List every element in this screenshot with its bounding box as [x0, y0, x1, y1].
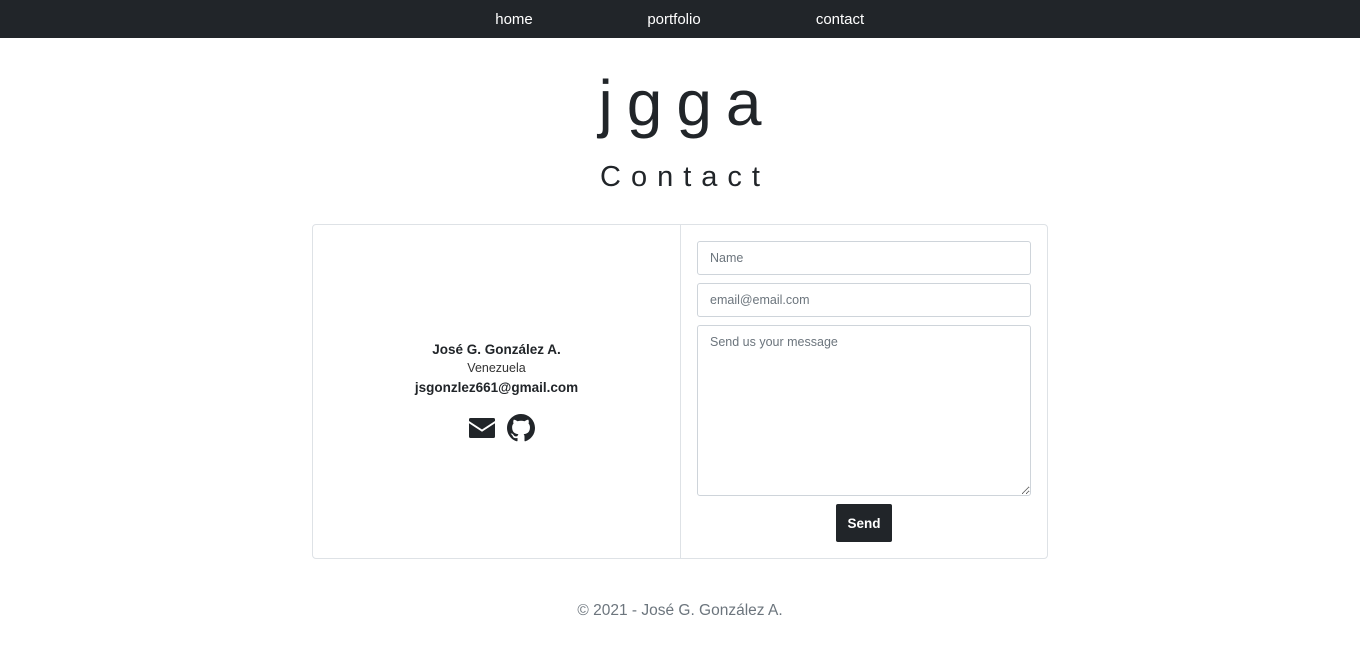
- site-logo: jgga: [598, 67, 776, 139]
- nav-link-home[interactable]: home: [495, 0, 533, 38]
- contact-info-panel: José G. González A. Venezuela jsgonzlez6…: [313, 225, 681, 558]
- envelope-icon[interactable]: [468, 414, 496, 442]
- page-title: Contact: [600, 161, 770, 193]
- contact-card: José G. González A. Venezuela jsgonzlez6…: [312, 224, 1048, 559]
- envelope-icon-graphic: [469, 418, 495, 438]
- nav-link-contact[interactable]: contact: [816, 0, 864, 38]
- email-input[interactable]: [697, 283, 1031, 317]
- contact-form: Send: [681, 225, 1047, 558]
- nav-link-portfolio[interactable]: portfolio: [647, 0, 700, 38]
- contact-name: José G. González A.: [432, 342, 561, 357]
- top-navbar: home portfolio contact: [0, 0, 1360, 38]
- contact-country: Venezuela: [467, 361, 526, 375]
- message-textarea[interactable]: [697, 325, 1031, 496]
- name-input[interactable]: [697, 241, 1031, 275]
- github-icon[interactable]: [507, 414, 535, 442]
- send-button[interactable]: Send: [836, 504, 892, 542]
- contact-email: jsgonzlez661@gmail.com: [414, 380, 579, 395]
- github-icon-graphic: [507, 414, 535, 442]
- footer-copyright: © 2021 - José G. González A.: [577, 602, 783, 619]
